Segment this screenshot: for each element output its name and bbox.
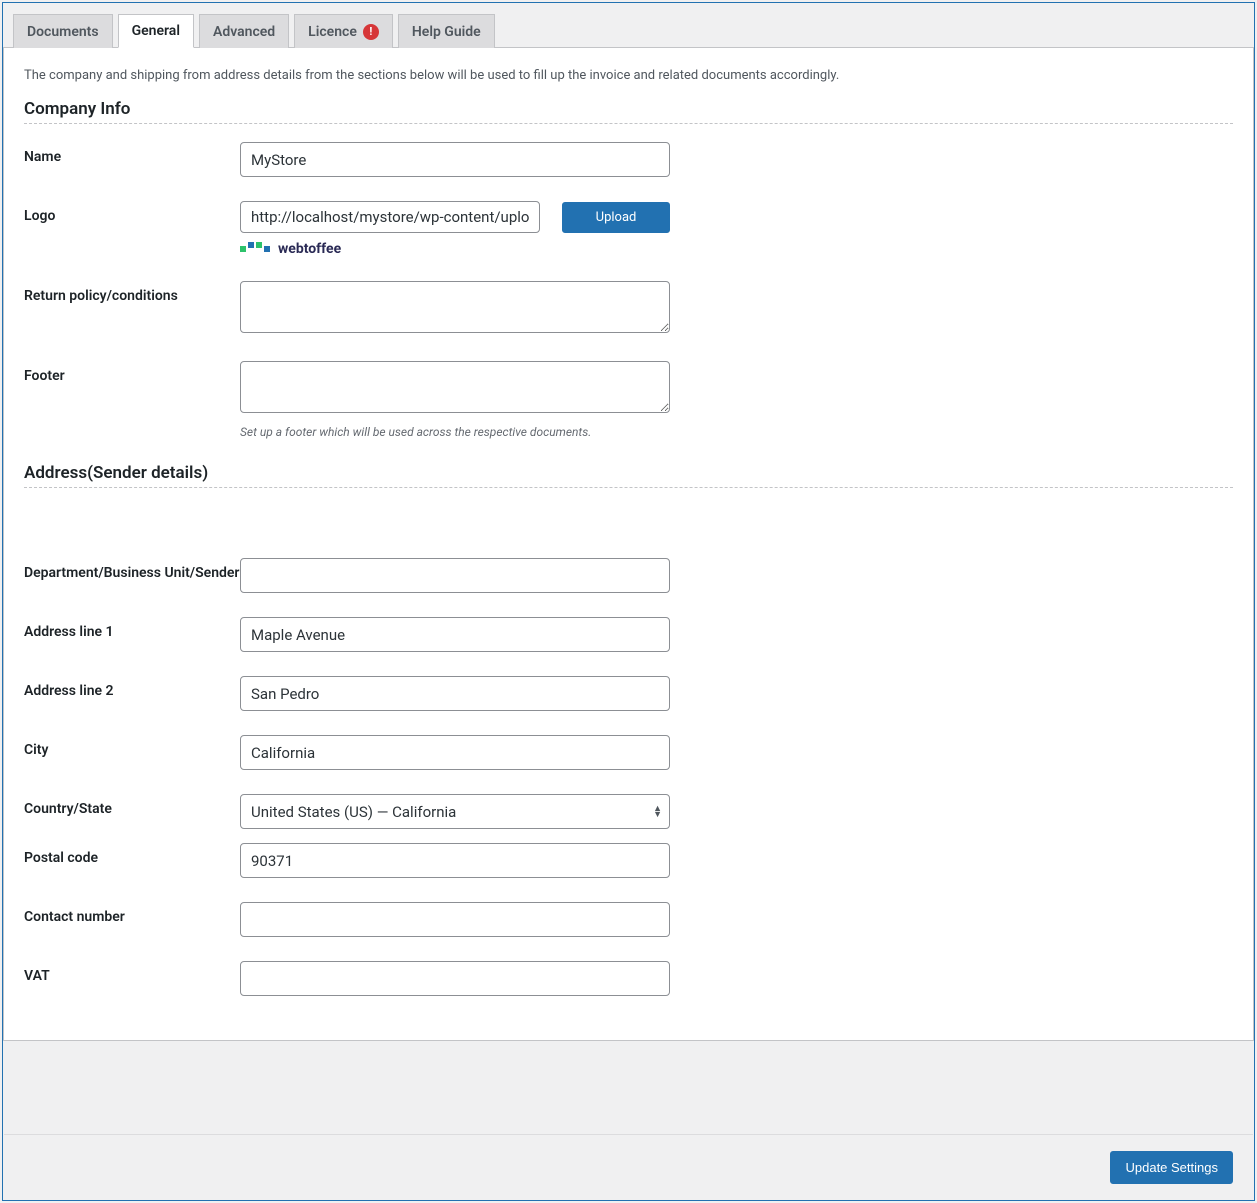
footer-help-text: Set up a footer which will be used acros… bbox=[240, 425, 670, 439]
logo-preview: webtoffee bbox=[240, 241, 670, 257]
city-field[interactable] bbox=[240, 735, 670, 770]
vat-field[interactable] bbox=[240, 961, 670, 996]
logo-icon bbox=[240, 246, 270, 252]
footer-bar: Update Settings bbox=[4, 1134, 1253, 1200]
label-postal: Postal code bbox=[24, 843, 240, 866]
label-addr2: Address line 2 bbox=[24, 676, 240, 699]
name-field[interactable] bbox=[240, 142, 670, 177]
label-city: City bbox=[24, 735, 240, 758]
label-return-policy: Return policy/conditions bbox=[24, 281, 240, 304]
tab-licence-label: Licence bbox=[308, 24, 357, 40]
logo-field[interactable] bbox=[240, 201, 540, 233]
label-name: Name bbox=[24, 142, 240, 165]
section-address: Address(Sender details) bbox=[24, 463, 1233, 488]
intro-text: The company and shipping from address de… bbox=[24, 68, 1233, 83]
addr1-field[interactable] bbox=[240, 617, 670, 652]
update-settings-button[interactable]: Update Settings bbox=[1110, 1151, 1233, 1184]
label-country: Country/State bbox=[24, 794, 240, 817]
label-vat: VAT bbox=[24, 961, 240, 984]
tab-bar: Documents General Advanced Licence ! Hel… bbox=[3, 3, 1254, 48]
logo-preview-text: webtoffee bbox=[278, 241, 341, 257]
upload-button[interactable]: Upload bbox=[562, 202, 670, 233]
addr2-field[interactable] bbox=[240, 676, 670, 711]
return-policy-field[interactable] bbox=[240, 281, 670, 333]
tab-general[interactable]: General bbox=[118, 14, 194, 48]
alert-badge-icon: ! bbox=[363, 24, 379, 40]
label-department: Department/Business Unit/Sender bbox=[24, 558, 240, 581]
tab-licence[interactable]: Licence ! bbox=[294, 14, 393, 48]
label-footer: Footer bbox=[24, 361, 240, 384]
tab-documents[interactable]: Documents bbox=[13, 14, 113, 48]
tab-advanced[interactable]: Advanced bbox=[199, 14, 289, 48]
label-addr1: Address line 1 bbox=[24, 617, 240, 640]
department-field[interactable] bbox=[240, 558, 670, 593]
tab-help-guide[interactable]: Help Guide bbox=[398, 14, 495, 48]
footer-field[interactable] bbox=[240, 361, 670, 413]
label-logo: Logo bbox=[24, 201, 240, 224]
content-panel: The company and shipping from address de… bbox=[3, 48, 1254, 1041]
postal-field[interactable] bbox=[240, 843, 670, 878]
contact-field[interactable] bbox=[240, 902, 670, 937]
label-contact: Contact number bbox=[24, 902, 240, 925]
section-company-info: Company Info bbox=[24, 99, 1233, 124]
country-select[interactable]: United States (US) — California bbox=[240, 794, 670, 829]
